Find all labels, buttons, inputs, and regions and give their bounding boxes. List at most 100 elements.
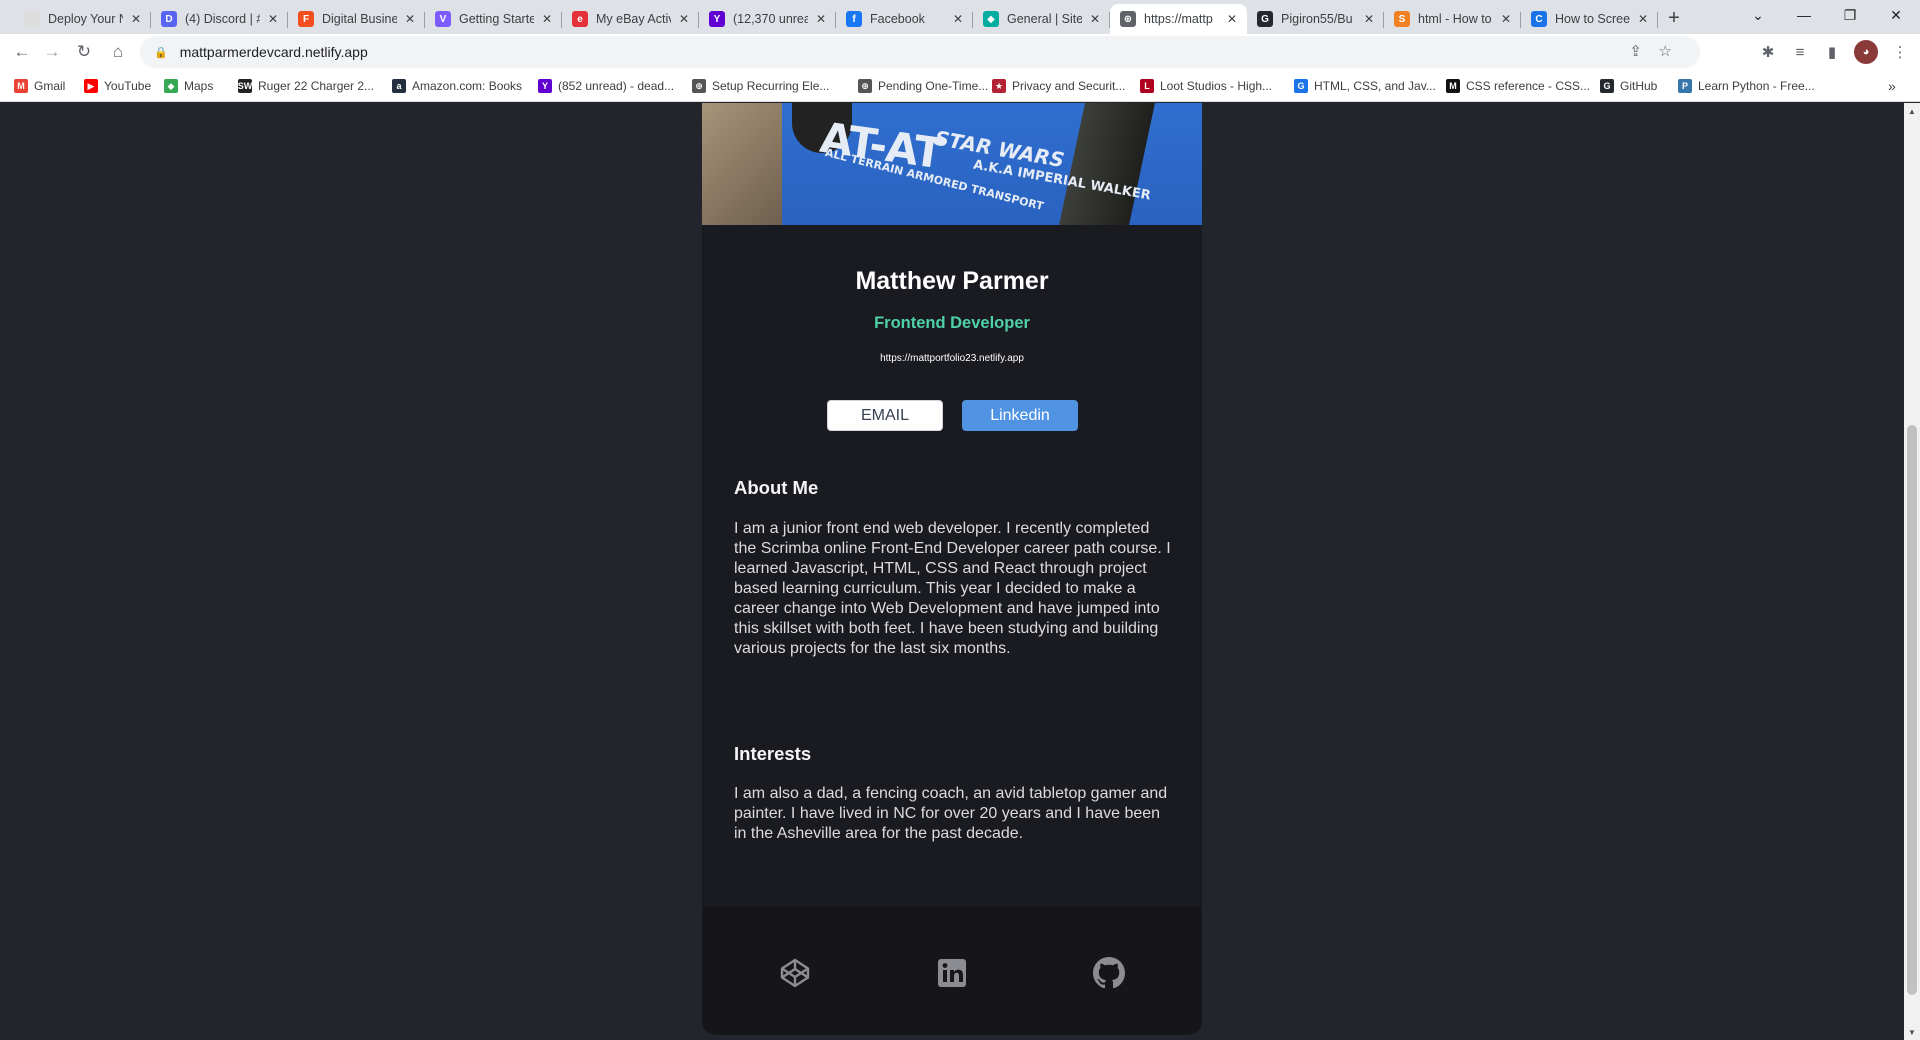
tab-close-icon[interactable]: ✕ <box>1088 12 1102 26</box>
bookmark-favicon-icon: G <box>1294 79 1308 93</box>
browser-tab[interactable]: ◆ General | Site ✕ <box>973 4 1110 34</box>
linkedin-icon[interactable] <box>935 956 969 990</box>
bookmark-label: HTML, CSS, and Jav... <box>1314 79 1436 93</box>
about-heading: About Me <box>734 477 819 498</box>
tab-close-icon[interactable]: ✕ <box>1499 12 1513 26</box>
bookmark-item[interactable]: M CSS reference - CSS... <box>1446 76 1590 96</box>
tab-favicon-icon: G <box>1257 11 1273 27</box>
url-text: mattparmerdevcard.netlify.app <box>179 44 368 60</box>
tab-title: (4) Discord | # <box>185 12 260 26</box>
browser-tab[interactable]: Y (12,370 unrea ✕ <box>699 4 836 34</box>
github-icon[interactable] <box>1092 956 1126 990</box>
interests-heading: Interests <box>734 743 812 764</box>
portfolio-link[interactable]: https://mattportfolio23.netlify.app <box>702 353 1202 364</box>
tab-search-button[interactable]: ⌄ <box>1736 0 1780 30</box>
bookmark-label: Gmail <box>34 79 66 93</box>
bookmark-favicon-icon: Y <box>538 79 552 93</box>
tab-close-icon[interactable]: ✕ <box>1362 12 1376 26</box>
address-bar[interactable]: 🔒 mattparmerdevcard.netlify.app ⇪ ☆ <box>140 36 1700 68</box>
linkedin-button-label: Linkedin <box>990 406 1050 424</box>
browser-tab[interactable]: D (4) Discord | # ✕ <box>151 4 288 34</box>
tab-favicon-icon: S <box>1394 11 1410 27</box>
tab-title: https://mattp <box>1144 12 1213 26</box>
bookmark-favicon-icon: ⊕ <box>858 79 872 93</box>
bookmark-item[interactable]: ⊕ Pending One-Time... <box>858 76 988 96</box>
page-viewport: AT-AT STAR WARS ALL TERRAIN ARMORED TRAN… <box>0 103 1904 1040</box>
scroll-thumb[interactable] <box>1907 425 1917 995</box>
tab-close-icon[interactable]: ✕ <box>1225 12 1239 26</box>
profile-avatar[interactable]: ◕ <box>1854 40 1878 64</box>
bookmark-label: Ruger 22 Charger 2... <box>258 79 375 93</box>
more-bookmarks-icon[interactable]: » <box>1888 76 1896 96</box>
browser-tab[interactable]: ⊕ https://mattp ✕ <box>1110 4 1247 34</box>
tab-close-icon[interactable]: ✕ <box>540 12 554 26</box>
home-button[interactable]: ⌂ <box>104 38 132 66</box>
bookmark-item[interactable]: G GitHub <box>1600 76 1657 96</box>
forward-button[interactable]: → <box>38 38 66 66</box>
bookmark-favicon-icon: M <box>14 79 28 93</box>
profile-name: Matthew Parmer <box>855 267 1049 295</box>
chrome-menu-icon[interactable]: ⋮ <box>1888 40 1912 64</box>
email-button[interactable]: EMAIL <box>827 400 943 431</box>
bookmark-item[interactable]: SW Ruger 22 Charger 2... <box>238 76 374 96</box>
new-tab-button[interactable]: + <box>1660 4 1688 32</box>
reload-button[interactable]: ↻ <box>70 38 98 66</box>
tab-close-icon[interactable]: ✕ <box>266 12 280 26</box>
bookmark-item[interactable]: ▶ YouTube <box>84 76 151 96</box>
bookmark-item[interactable]: M Gmail <box>14 76 65 96</box>
bookmark-label: GitHub <box>1620 79 1658 93</box>
tab-close-icon[interactable]: ✕ <box>403 12 417 26</box>
side-panel-icon[interactable]: ▮ <box>1820 40 1844 64</box>
bookmark-item[interactable]: ★ Privacy and Securit... <box>992 76 1125 96</box>
bookmark-favicon-icon: ◆ <box>164 79 178 93</box>
page-scrollbar[interactable]: ▲ ▼ <box>1904 103 1920 1040</box>
tab-favicon-icon: ⊕ <box>1120 11 1136 27</box>
browser-tab[interactable]: f Facebook ✕ <box>836 4 973 34</box>
bookmark-item[interactable]: ⊕ Setup Recurring Ele... <box>692 76 829 96</box>
tab-close-icon[interactable]: ✕ <box>1636 12 1650 26</box>
bookmark-label: Setup Recurring Ele... <box>712 79 830 93</box>
tab-favicon-icon: F <box>298 11 314 27</box>
bookmark-label: Maps <box>184 79 214 93</box>
restore-button[interactable]: ❐ <box>1828 0 1872 30</box>
lock-icon: 🔒 <box>154 46 168 59</box>
bookmark-star-icon[interactable]: ☆ <box>1659 42 1672 60</box>
share-icon[interactable]: ⇪ <box>1629 42 1642 60</box>
bookmark-label: CSS reference - CSS... <box>1466 79 1591 93</box>
bookmark-favicon-icon: a <box>392 79 406 93</box>
bookmark-item[interactable]: L Loot Studios - High... <box>1140 76 1272 96</box>
linkedin-button[interactable]: Linkedin <box>962 400 1078 431</box>
scroll-down-arrow[interactable]: ▼ <box>1904 1024 1920 1040</box>
browser-tab[interactable]: Deploy Your N ✕ <box>14 4 151 34</box>
minimize-button[interactable]: — <box>1782 0 1826 30</box>
back-button[interactable]: ← <box>8 38 36 66</box>
codepen-icon[interactable] <box>778 956 812 990</box>
bookmarks-bar: M Gmail ▶ YouTube ◆ Maps SW Ruger 22 Charger 2.… <box>0 70 1920 102</box>
browser-tab[interactable]: e My eBay Activ ✕ <box>562 4 699 34</box>
browser-tab[interactable]: G Pigiron55/Bu ✕ <box>1247 4 1384 34</box>
media-control-icon[interactable]: ≡ <box>1788 40 1812 64</box>
bookmark-item[interactable]: Y (852 unread) - dead... <box>538 76 674 96</box>
tab-favicon-icon: ◆ <box>983 11 999 27</box>
browser-tab[interactable]: Shtml - How to ✕ <box>1384 4 1521 34</box>
tab-close-icon[interactable]: ✕ <box>677 12 691 26</box>
browser-tab[interactable]: V Getting Starte ✕ <box>425 4 562 34</box>
bookmark-item[interactable]: G HTML, CSS, and Jav... <box>1294 76 1436 96</box>
extensions-icon[interactable]: ✱ <box>1756 40 1780 64</box>
tab-favicon-icon: f <box>846 11 862 27</box>
tab-close-icon[interactable]: ✕ <box>814 12 828 26</box>
tab-title: How to Scree <box>1555 12 1630 26</box>
browser-tab[interactable]: F Digital Busine ✕ <box>288 4 425 34</box>
browser-tab[interactable]: C How to Scree ✕ <box>1521 4 1658 34</box>
bookmark-label: Learn Python - Free... <box>1698 79 1815 93</box>
bookmark-item[interactable]: ◆ Maps <box>164 76 213 96</box>
scroll-up-arrow[interactable]: ▲ <box>1904 103 1920 119</box>
close-window-button[interactable]: ✕ <box>1874 0 1918 30</box>
email-button-label: EMAIL <box>860 406 909 424</box>
bookmark-item[interactable]: P Learn Python - Free... <box>1678 76 1815 96</box>
tab-close-icon[interactable]: ✕ <box>951 12 965 26</box>
tab-title: Pigiron55/Bu <box>1281 12 1353 26</box>
bookmark-item[interactable]: a Amazon.com: Books <box>392 76 522 96</box>
about-text: I am a junior front end web developer. I… <box>734 520 1171 657</box>
tab-close-icon[interactable]: ✕ <box>129 12 143 26</box>
